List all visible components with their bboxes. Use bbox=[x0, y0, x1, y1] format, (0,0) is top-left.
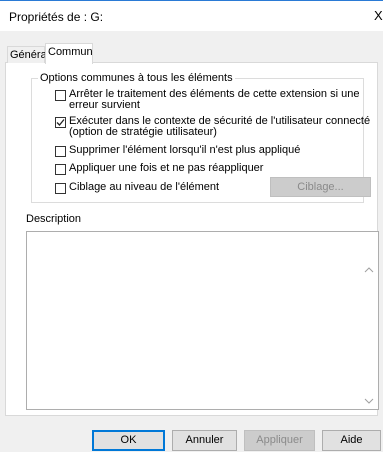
apply-once-label: Appliquer une fois et ne pas réappliquer bbox=[69, 162, 264, 174]
help-button[interactable]: Aide bbox=[322, 430, 381, 451]
checkmark-icon bbox=[56, 119, 65, 126]
run-in-user-context-checkbox[interactable] bbox=[55, 117, 66, 128]
scroll-down-icon[interactable] bbox=[364, 397, 374, 405]
properties-dialog: Propriétés de : G: X Général Commun Opti… bbox=[0, 0, 383, 452]
apply-button[interactable]: Appliquer bbox=[244, 430, 315, 451]
targeting-button[interactable]: Ciblage... bbox=[270, 177, 371, 197]
item-level-targeting-label: Ciblage au niveau de l'élément bbox=[69, 181, 220, 193]
remove-when-not-applied-checkbox[interactable] bbox=[55, 146, 66, 157]
stop-on-error-label: Arrêter le traitement des éléments de ce… bbox=[69, 88, 360, 111]
tab-general[interactable]: Général bbox=[7, 46, 49, 63]
item-level-targeting-checkbox[interactable] bbox=[55, 183, 66, 194]
title-bar: Propriétés de : G: X bbox=[0, 1, 383, 31]
apply-once-checkbox[interactable] bbox=[55, 164, 66, 175]
common-options-title: Options communes à tous les éléments bbox=[38, 72, 235, 84]
tab-commun-label: Commun bbox=[48, 46, 93, 58]
scroll-up-icon[interactable] bbox=[364, 266, 374, 274]
remove-when-not-applied-label: Supprimer l'élément lorsqu'il n'est plus… bbox=[69, 144, 301, 156]
run-in-user-context-label: Exécuter dans le contexte de sécurité de… bbox=[69, 115, 371, 138]
ok-button[interactable]: OK bbox=[92, 430, 165, 451]
tab-general-label: Général bbox=[10, 49, 50, 61]
close-icon[interactable]: X bbox=[374, 9, 383, 23]
description-textarea[interactable] bbox=[26, 231, 379, 410]
stop-on-error-checkbox[interactable] bbox=[55, 90, 66, 101]
cancel-button[interactable]: Annuler bbox=[172, 430, 237, 451]
tab-commun[interactable]: Commun bbox=[45, 43, 93, 64]
dialog-title: Propriétés de : G: bbox=[9, 10, 104, 24]
description-label: Description bbox=[26, 213, 82, 225]
